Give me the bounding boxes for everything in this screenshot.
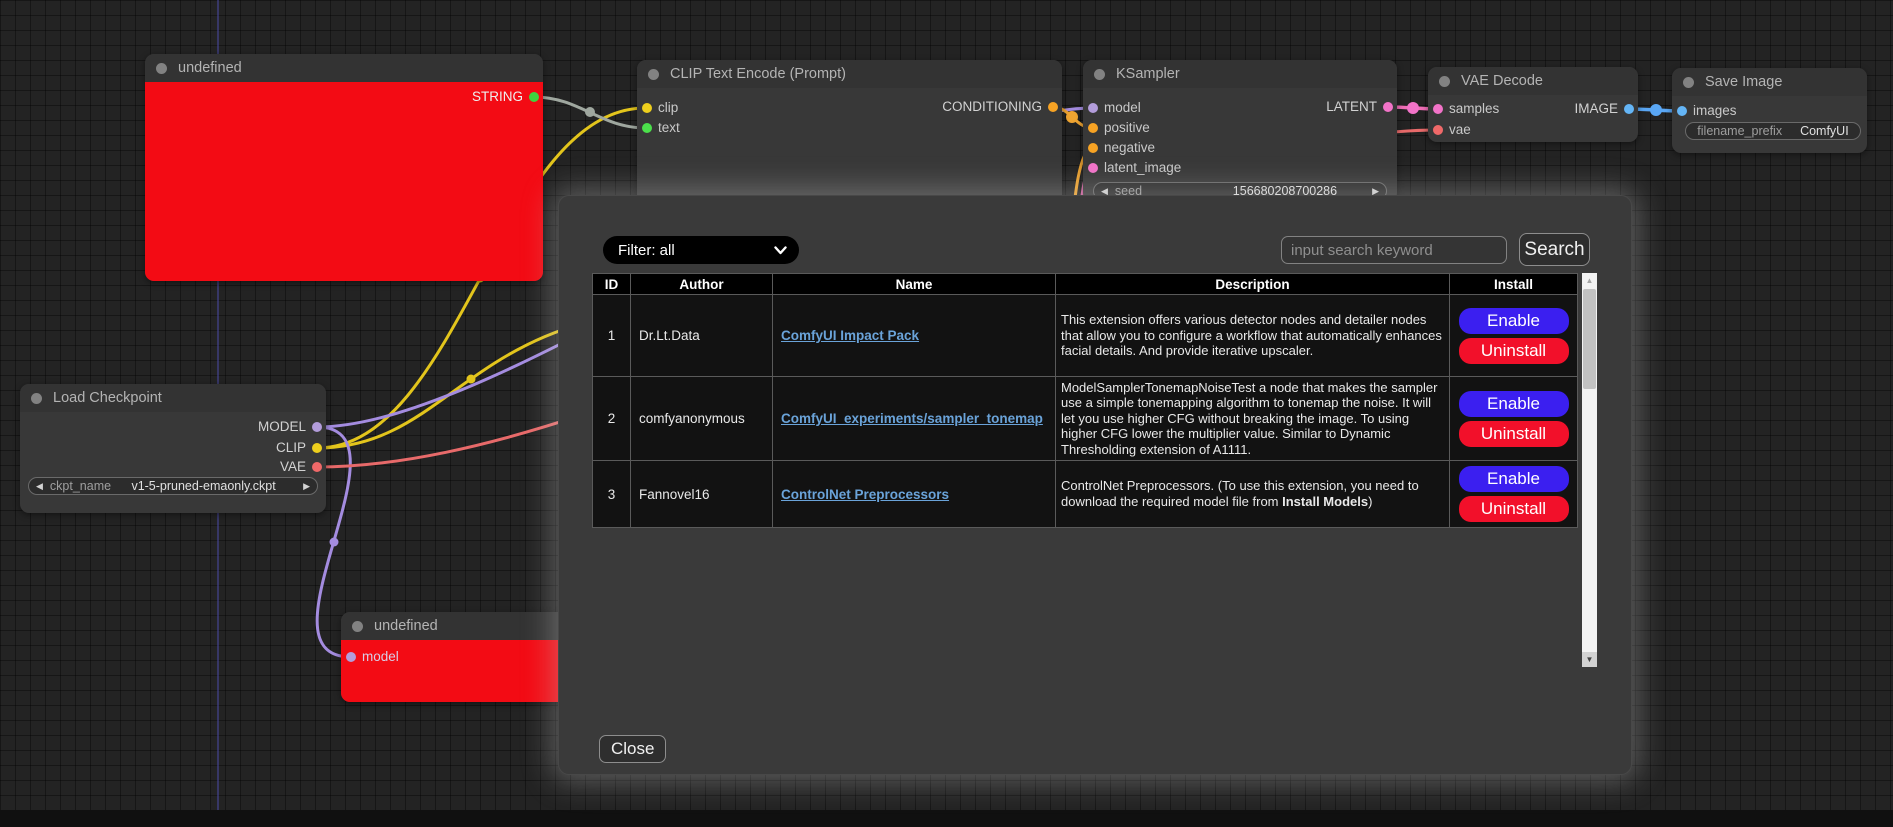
output-label: CONDITIONING xyxy=(942,98,1042,116)
search-input[interactable] xyxy=(1281,236,1507,264)
collapse-dot[interactable] xyxy=(1439,76,1450,87)
ext-link[interactable]: ComfyUI Impact Pack xyxy=(781,328,919,343)
input-label: model xyxy=(362,648,399,666)
table-scrollbar[interactable]: ▲ ▼ xyxy=(1582,273,1597,667)
output-port-model[interactable] xyxy=(312,422,322,432)
output-label: LATENT xyxy=(1326,98,1377,116)
node-load-checkpoint[interactable]: Load Checkpoint MODEL CLIP VAE ◀ckpt_nam… xyxy=(20,384,326,513)
header-install: Install xyxy=(1450,274,1578,295)
ext-link[interactable]: ComfyUI_experiments/sampler_tonemap xyxy=(781,411,1043,426)
input-label: positive xyxy=(1104,119,1150,137)
input-label: latent_image xyxy=(1104,159,1181,177)
collapse-dot[interactable] xyxy=(1094,69,1105,80)
enable-button[interactable]: Enable xyxy=(1459,391,1569,417)
ext-id: 3 xyxy=(593,461,631,528)
input-port-images[interactable] xyxy=(1677,106,1687,116)
chevron-down-icon xyxy=(774,246,787,255)
node-title: VAE Decode xyxy=(1461,73,1543,89)
widget-value: v1-5-pruned-emaonly.ckpt xyxy=(131,479,275,493)
ext-link[interactable]: ControlNet Preprocessors xyxy=(781,487,949,502)
input-port-vae[interactable] xyxy=(1433,125,1443,135)
ckpt-next-arrow[interactable]: ▶ xyxy=(296,478,317,494)
node-title: Save Image xyxy=(1705,74,1782,90)
table-header-row: ID Author Name Description Install xyxy=(593,274,1578,295)
input-port-model[interactable] xyxy=(346,652,356,662)
node-title: CLIP Text Encode (Prompt) xyxy=(670,66,846,82)
input-label: text xyxy=(658,119,680,137)
node-title: undefined xyxy=(178,60,242,76)
node-title: undefined xyxy=(374,618,438,634)
header-name: Name xyxy=(773,274,1056,295)
output-label: MODEL xyxy=(258,418,306,436)
output-label: STRING xyxy=(472,88,523,106)
scroll-down-icon[interactable]: ▼ xyxy=(1582,652,1597,667)
widget-label: ckpt_name xyxy=(50,479,111,493)
close-button[interactable]: Close xyxy=(599,735,666,763)
input-label: images xyxy=(1693,102,1737,120)
node-save-image[interactable]: Save Image images filename_prefix ComfyUI xyxy=(1672,68,1867,153)
table-row: 1 Dr.Lt.Data ComfyUI Impact Pack This ex… xyxy=(593,295,1578,377)
enable-button[interactable]: Enable xyxy=(1459,466,1569,492)
ext-author: comfyanonymous xyxy=(631,377,773,461)
output-port-clip[interactable] xyxy=(312,443,322,453)
output-label: VAE xyxy=(280,458,306,476)
ext-id: 1 xyxy=(593,295,631,377)
output-port-vae[interactable] xyxy=(312,462,322,472)
ext-author: Fannovel16 xyxy=(631,461,773,528)
header-description: Description xyxy=(1056,274,1450,295)
ext-author: Dr.Lt.Data xyxy=(631,295,773,377)
input-port-text[interactable] xyxy=(642,123,652,133)
ckpt-prev-arrow[interactable]: ◀ xyxy=(29,478,50,494)
scroll-up-icon[interactable]: ▲ xyxy=(1582,273,1597,288)
node-ksampler[interactable]: KSampler model positive negative latent_… xyxy=(1083,60,1397,202)
node-clip-text-encode[interactable]: CLIP Text Encode (Prompt) clip text COND… xyxy=(637,60,1062,210)
input-port-negative[interactable] xyxy=(1088,143,1098,153)
ext-id: 2 xyxy=(593,377,631,461)
output-port-string[interactable] xyxy=(529,92,539,102)
table-row: 2 comfyanonymous ComfyUI_experiments/sam… xyxy=(593,377,1578,461)
output-label: CLIP xyxy=(276,439,306,457)
node-undefined-top[interactable]: undefined STRING xyxy=(145,54,543,281)
node-title: Load Checkpoint xyxy=(53,390,162,406)
node-title: KSampler xyxy=(1116,66,1180,82)
collapse-dot[interactable] xyxy=(1683,77,1694,88)
ckpt-name-widget[interactable]: ◀ckpt_name v1-5-pruned-emaonly.ckpt ▶ xyxy=(28,477,318,495)
uninstall-button[interactable]: Uninstall xyxy=(1459,496,1569,522)
header-author: Author xyxy=(631,274,773,295)
output-port-image[interactable] xyxy=(1624,104,1634,114)
collapse-dot[interactable] xyxy=(648,69,659,80)
input-port-latent-image[interactable] xyxy=(1088,163,1098,173)
ext-description: This extension offers various detector n… xyxy=(1056,295,1450,377)
ext-description: ModelSamplerTonemapNoiseTest a node that… xyxy=(1056,377,1450,461)
node-vae-decode[interactable]: VAE Decode samples vae IMAGE xyxy=(1428,67,1638,142)
filter-select[interactable]: Filter: all xyxy=(603,236,799,264)
input-label: negative xyxy=(1104,139,1155,157)
scrollbar-thumb[interactable] xyxy=(1583,289,1596,389)
collapse-dot[interactable] xyxy=(352,621,363,632)
comfyui-manager-dialog: Filter: all Search ID Author Name Descri… xyxy=(558,195,1632,775)
uninstall-button[interactable]: Uninstall xyxy=(1459,421,1569,447)
collapse-dot[interactable] xyxy=(31,393,42,404)
collapse-dot[interactable] xyxy=(156,63,167,74)
search-button[interactable]: Search xyxy=(1519,233,1590,266)
uninstall-button[interactable]: Uninstall xyxy=(1459,338,1569,364)
widget-value: ComfyUI xyxy=(1800,124,1849,138)
extensions-table: ID Author Name Description Install 1 Dr.… xyxy=(592,273,1578,528)
filename-prefix-widget[interactable]: filename_prefix ComfyUI xyxy=(1685,122,1861,140)
error-node-body xyxy=(145,82,543,281)
header-id: ID xyxy=(593,274,631,295)
enable-button[interactable]: Enable xyxy=(1459,308,1569,334)
output-port-latent[interactable] xyxy=(1383,102,1393,112)
filter-select-value: Filter: all xyxy=(618,242,675,259)
input-port-positive[interactable] xyxy=(1088,123,1098,133)
input-label: vae xyxy=(1449,121,1471,139)
table-row: 3 Fannovel16 ControlNet Preprocessors Co… xyxy=(593,461,1578,528)
widget-label: filename_prefix xyxy=(1697,124,1782,138)
output-label: IMAGE xyxy=(1574,100,1618,118)
ext-description: ControlNet Preprocessors. (To use this e… xyxy=(1056,461,1450,528)
output-port-conditioning[interactable] xyxy=(1048,102,1058,112)
